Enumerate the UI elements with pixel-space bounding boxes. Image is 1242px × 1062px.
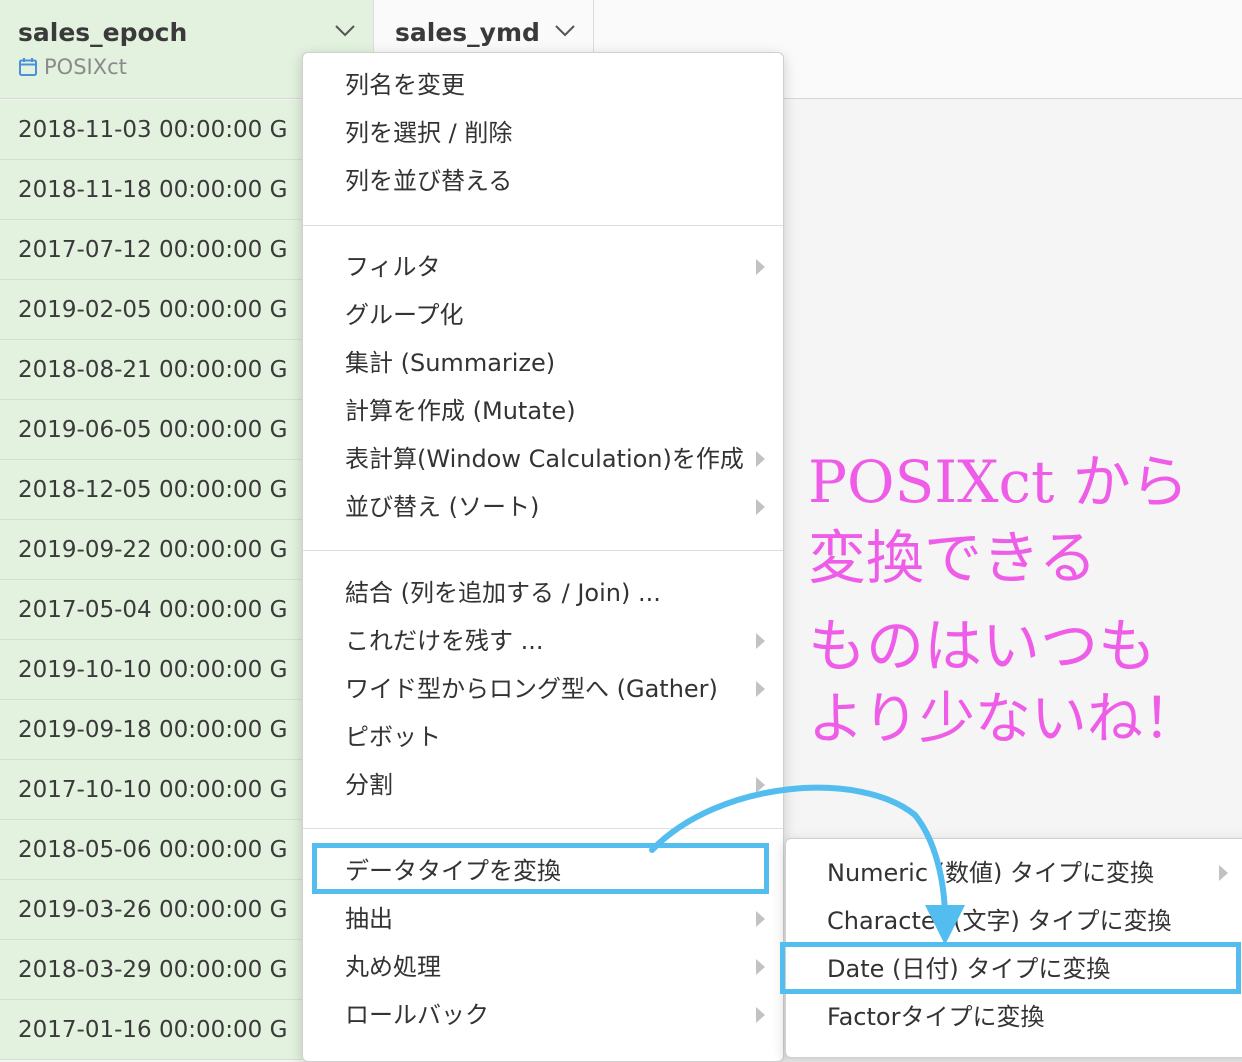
table-cell[interactable]: 2017-10-10 00:00:00 G	[0, 760, 302, 820]
table-cell[interactable]: 2018-11-18 00:00:00 G	[0, 160, 302, 220]
menu-item-label: 結合 (列を追加する / Join) ...	[345, 579, 661, 607]
menu-item-join[interactable]: 結合 (列を追加する / Join) ...	[303, 571, 783, 615]
menu-item-split[interactable]: 分割	[303, 763, 783, 807]
column-type-label: POSIXct	[44, 55, 127, 79]
menu-item-label: 集計 (Summarize)	[345, 349, 556, 377]
table-cell[interactable]: 2019-09-22 00:00:00 G	[0, 520, 302, 580]
menu-item-filter[interactable]: フィルタ	[303, 245, 783, 289]
table-cell[interactable]: 2017-01-16 00:00:00 G	[0, 1000, 302, 1060]
caret-right-icon	[756, 777, 765, 793]
annotation-line-4: より少ないね！	[808, 687, 1199, 752]
column-type: POSIXct	[18, 55, 127, 79]
menu-item-label: 列を選択 / 削除	[345, 119, 513, 147]
menu-item-sort[interactable]: 並び替え (ソート)	[303, 485, 783, 529]
menu-item-label: 並び替え (ソート)	[345, 493, 540, 521]
table-cell[interactable]: 2019-06-05 00:00:00 G	[0, 400, 302, 460]
menu-item-label: データタイプを変換	[345, 857, 561, 885]
caret-right-icon	[756, 451, 765, 467]
menu-item-label: フィルタ	[345, 253, 441, 281]
submenu-item-numeric[interactable]: Numeric (数値) タイプに変換	[786, 851, 1242, 895]
caret-right-icon	[756, 959, 765, 975]
menu-item-label: ピボット	[345, 723, 441, 751]
caret-right-icon	[756, 1007, 765, 1023]
menu-item-group-by[interactable]: グループ化	[303, 293, 783, 337]
column-context-menu: 列名を変更 列を選択 / 削除 列を並び替える フィルタ グループ化 集計 (S…	[302, 52, 784, 1062]
submenu-item-factor[interactable]: Factorタイプに変換	[786, 995, 1242, 1039]
menu-item-convert-data-type[interactable]: データタイプを変換	[303, 849, 783, 893]
table-cell[interactable]: 2018-03-29 00:00:00 G	[0, 940, 302, 1000]
table-cell[interactable]: 2017-07-12 00:00:00 G	[0, 220, 302, 280]
menu-item-label: ロールバック	[345, 1001, 489, 1029]
menu-item-extract[interactable]: 抽出	[303, 897, 783, 941]
menu-item-label: 分割	[345, 771, 393, 799]
table-cell[interactable]: 2018-12-05 00:00:00 G	[0, 460, 302, 520]
menu-item-pivot[interactable]: ピボット	[303, 715, 783, 759]
menu-item-window-calculation[interactable]: 表計算(Window Calculation)を作成	[303, 437, 783, 481]
chevron-down-icon[interactable]	[554, 24, 576, 38]
table-cell[interactable]: 2018-05-06 00:00:00 G	[0, 820, 302, 880]
menu-item-gather[interactable]: ワイド型からロング型へ (Gather)	[303, 667, 783, 711]
menu-item-label: 計算を作成 (Mutate)	[345, 397, 576, 425]
menu-item-label: 表計算(Window Calculation)を作成	[345, 445, 744, 473]
chevron-down-icon[interactable]	[334, 24, 356, 38]
caret-right-icon	[756, 259, 765, 275]
table-cell[interactable]: 2019-02-05 00:00:00 G	[0, 280, 302, 340]
calendar-icon	[19, 58, 37, 76]
menu-item-label: 列を並び替える	[345, 167, 513, 195]
menu-item-select-delete[interactable]: 列を選択 / 削除	[303, 111, 783, 155]
menu-item-rename[interactable]: 列名を変更	[303, 63, 783, 107]
column-name: sales_epoch	[18, 18, 188, 47]
table-cell[interactable]: 2019-03-26 00:00:00 G	[0, 880, 302, 940]
annotation-line-3: ものはいつも	[808, 612, 1157, 680]
menu-item-label: Character (文字) タイプに変換	[827, 907, 1172, 935]
menu-item-rollback[interactable]: ロールバック	[303, 993, 783, 1037]
caret-right-icon	[756, 633, 765, 649]
menu-item-reorder[interactable]: 列を並び替える	[303, 159, 783, 203]
menu-item-label: これだけを残す ...	[345, 627, 544, 655]
menu-item-label: Factorタイプに変換	[827, 1003, 1045, 1031]
column-cells: 2018-11-03 00:00:00 G 2018-11-18 00:00:0…	[0, 100, 302, 1060]
table-cell[interactable]: 2018-11-03 00:00:00 G	[0, 100, 302, 160]
table-cell[interactable]: 2018-08-21 00:00:00 G	[0, 340, 302, 400]
caret-right-icon	[756, 681, 765, 697]
table-cell[interactable]: 2019-09-18 00:00:00 G	[0, 700, 302, 760]
menu-item-keep-only[interactable]: これだけを残す ...	[303, 619, 783, 663]
menu-divider	[303, 550, 783, 551]
menu-item-label: Date (日付) タイプに変換	[827, 955, 1111, 983]
annotation-line-1: POSIXct から	[808, 448, 1189, 516]
caret-right-icon	[1219, 865, 1228, 881]
menu-item-summarize[interactable]: 集計 (Summarize)	[303, 341, 783, 385]
menu-item-round[interactable]: 丸め処理	[303, 945, 783, 989]
column-name: sales_ymd	[395, 18, 540, 47]
menu-divider	[303, 828, 783, 829]
convert-type-submenu: Numeric (数値) タイプに変換 Character (文字) タイプに変…	[785, 838, 1242, 1058]
menu-item-label: 列名を変更	[345, 71, 465, 99]
annotation-line-2: 変換できる	[808, 524, 1097, 592]
submenu-item-character[interactable]: Character (文字) タイプに変換	[786, 899, 1242, 943]
table-cell[interactable]: 2017-05-04 00:00:00 G	[0, 580, 302, 640]
table-cell[interactable]: 2019-10-10 00:00:00 G	[0, 640, 302, 700]
menu-item-label: 抽出	[345, 905, 393, 933]
menu-item-label: Numeric (数値) タイプに変換	[827, 859, 1155, 887]
caret-right-icon	[756, 499, 765, 515]
menu-item-label: ワイド型からロング型へ (Gather)	[345, 675, 718, 703]
submenu-item-date[interactable]: Date (日付) タイプに変換	[786, 947, 1242, 991]
menu-item-label: グループ化	[345, 301, 464, 329]
caret-right-icon	[756, 911, 765, 927]
menu-divider	[303, 225, 783, 226]
menu-item-label: 丸め処理	[345, 953, 441, 981]
menu-item-mutate[interactable]: 計算を作成 (Mutate)	[303, 389, 783, 433]
